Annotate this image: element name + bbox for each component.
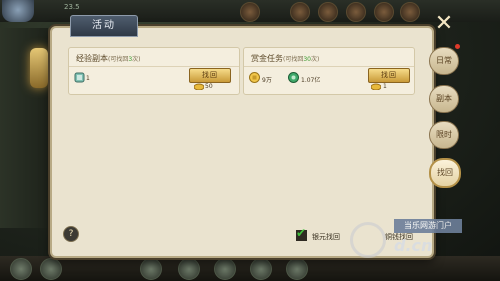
recover-button[interactable]: 找回 [368,68,410,83]
panel-title: 活动 [92,20,116,31]
hp-value: 23.5 [64,3,80,11]
card-divider [244,66,414,67]
card-subtitle-suffix: 次) [132,56,141,63]
recovery-card-bounty-quest: 赏金任务(可找回30次) 9万 1.07亿 找回 1 [243,47,415,95]
bottom-icon-7[interactable] [286,258,308,280]
card-title: 赏金任务(可找回30次) [251,53,319,64]
hud-icon-1[interactable] [240,2,260,22]
gold-ingot-icon [371,83,381,90]
reward-gold-amount: 9万 [262,77,272,84]
notification-dot [455,44,460,49]
help-button[interactable]: ? [63,226,79,242]
gold-coin-icon [249,72,260,83]
reward-item-count: 1 [86,75,90,82]
hud-icon-4[interactable] [346,2,366,22]
card-subtitle-prefix: (可找回 [283,56,304,63]
recover-cost: 50 [205,83,213,90]
hud-icon-2[interactable] [290,2,310,22]
bottom-icon-3[interactable] [140,258,162,280]
recover-cost: 1 [383,83,387,90]
bottom-icon-4[interactable] [178,258,200,280]
tab-daily[interactable]: 日常 [429,47,459,75]
card-subtitle-suffix: 次) [310,56,320,63]
bottom-icon-6[interactable] [250,258,272,280]
card-title: 经验副本(可找回3次) [76,53,141,64]
tab-limited[interactable]: 限时 [429,121,459,149]
recover-button[interactable]: 找回 [189,68,231,83]
tab-dungeon[interactable]: 副本 [429,85,459,113]
reward-exp-amount: 1.07亿 [301,77,321,84]
close-icon[interactable]: ✕ [432,12,456,36]
card-recover-count: 30 [303,56,311,63]
checkmark-icon: ✔ [296,226,307,240]
watermark-circle [350,222,386,258]
card-name: 赏金任务 [251,54,283,63]
card-divider [69,66,239,67]
bottom-icon-2[interactable] [40,258,62,280]
yuanbao-recover-label[interactable]: 银元找回 [312,232,340,242]
panel-title-tab: 活动 [70,15,138,37]
card-name: 经验副本 [76,54,108,63]
bottom-icon-1[interactable] [10,258,32,280]
watermark-logo: d.cn [394,236,433,255]
watermark-tag: 当乐网游门户 [394,219,462,233]
exp-potion-icon [74,72,85,83]
player-avatar[interactable] [2,0,34,22]
card-subtitle-prefix: (可找回 [108,56,129,63]
hud-icon-5[interactable] [374,2,394,22]
exp-orb-icon [288,72,299,83]
recovery-card-exp-dungeon: 经验副本(可找回3次) 1 找回 50 [68,47,240,95]
hud-icon-6[interactable] [400,2,420,22]
tab-recover[interactable]: 找回 [429,158,461,188]
lantern-icon [30,48,48,88]
gold-ingot-icon [194,83,204,90]
hud-icon-3[interactable] [318,2,338,22]
bottom-icon-5[interactable] [214,258,236,280]
